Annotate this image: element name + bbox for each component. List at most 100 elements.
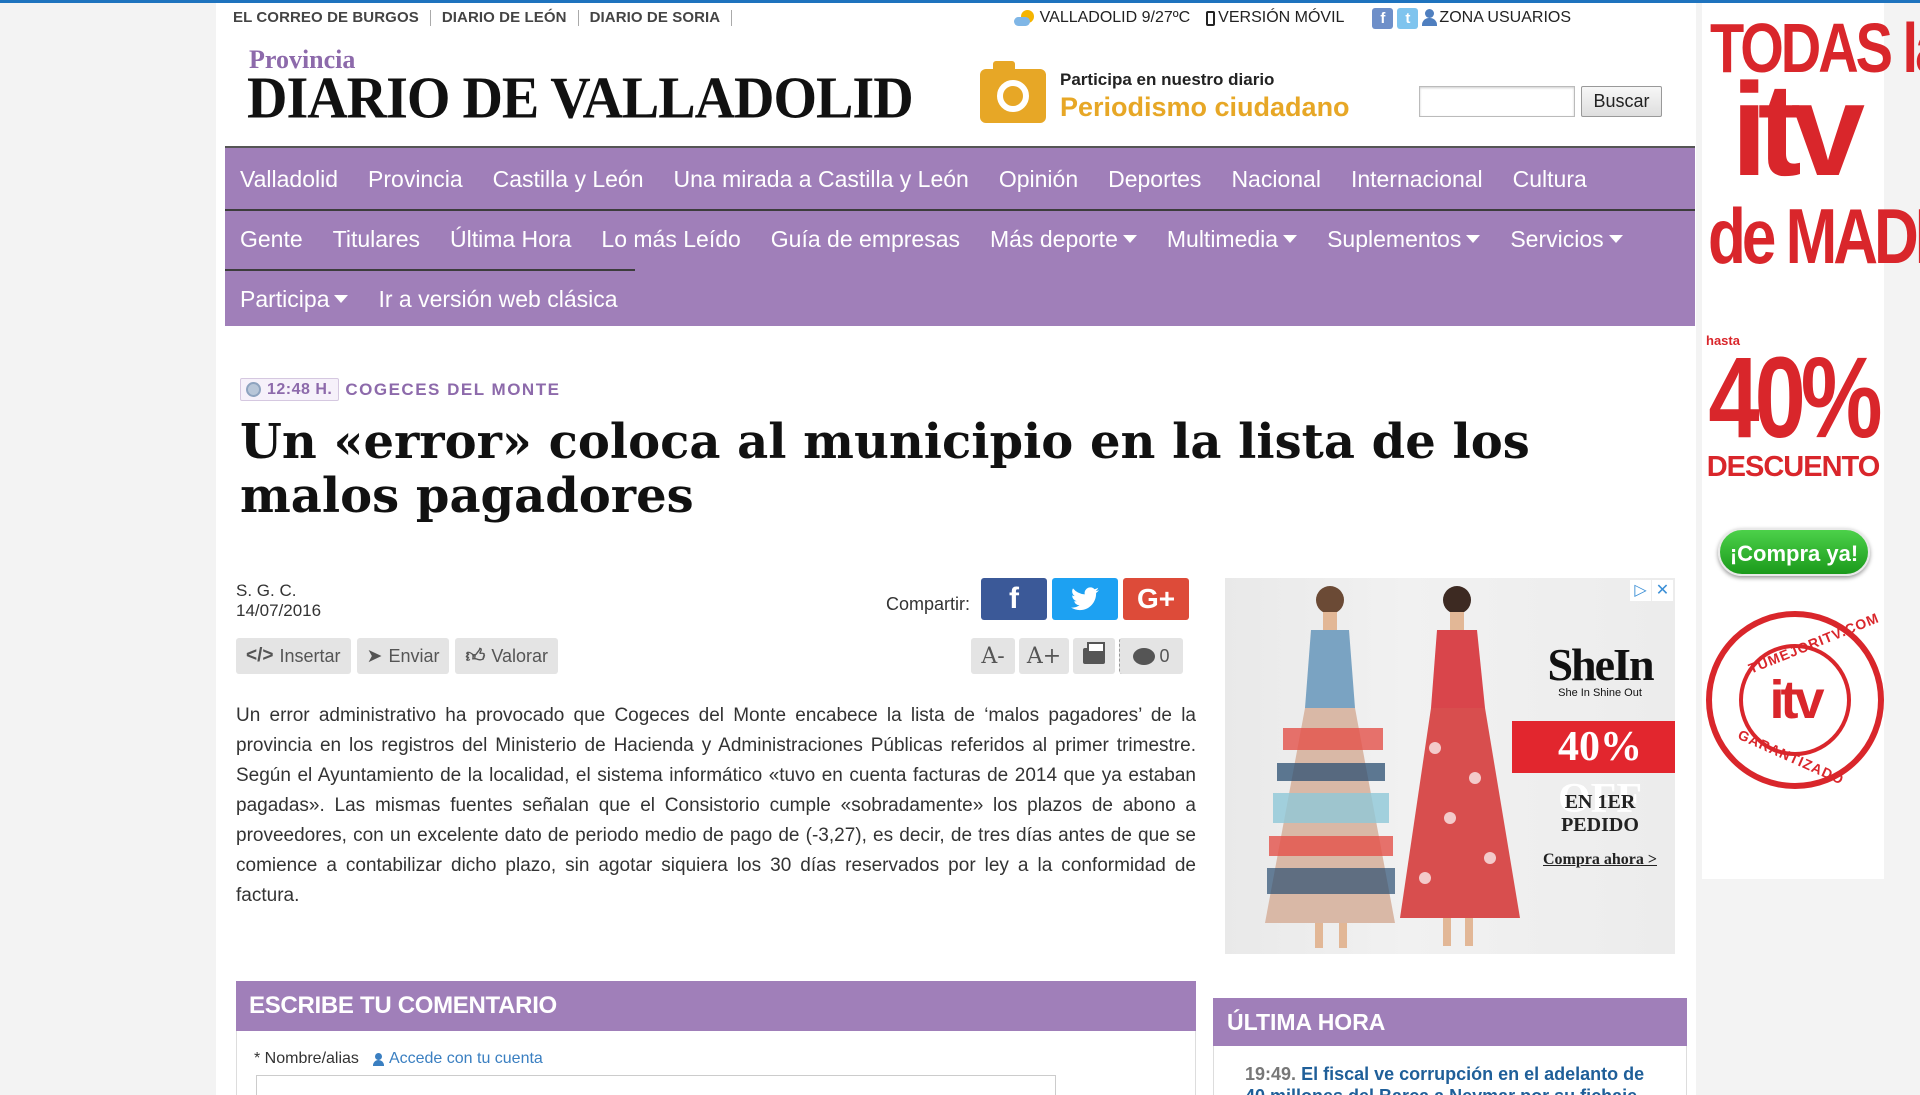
nav-dropdown[interactable]: Servicios [1510, 226, 1623, 253]
itv-ad-seal: itv TUMEJORITV.COM GARANTIZADO [1706, 609, 1884, 789]
itv-ad-city: de MADRID [1708, 194, 1920, 281]
article-date: 14/07/2016 [236, 601, 322, 620]
nav-item[interactable]: Nacional [1231, 166, 1321, 193]
nav-item[interactable]: Provincia [368, 166, 463, 193]
twitter-icon[interactable]: t [1397, 7, 1419, 29]
nav-item[interactable]: Castilla y León [493, 166, 644, 193]
itv-ad-buy-button[interactable]: ¡Compra ya! [1718, 528, 1870, 576]
search-input[interactable] [1419, 86, 1575, 117]
print-icon [1083, 642, 1105, 664]
nav-item[interactable]: Cultura [1513, 166, 1587, 193]
share-twitter-button[interactable] [1052, 578, 1119, 620]
sister-site-link[interactable]: DIARIO DE SORIA [590, 10, 733, 26]
nav-item[interactable]: Valladolid [240, 166, 338, 193]
nav-item[interactable]: Guía de empresas [771, 226, 960, 253]
weather-icon [1013, 9, 1036, 27]
article-headline: Un «error» coloca al municipio en la lis… [240, 414, 1530, 524]
send-button[interactable]: ➤ Enviar [356, 638, 450, 674]
article-meta: 12:48 H. COGECES DEL MONTE [240, 378, 560, 401]
weather-text: VALLADOLID 9/27ºC [1039, 9, 1191, 26]
article-time: 12:48 H. [267, 380, 333, 398]
nav-item[interactable]: Lo más Leído [601, 226, 740, 253]
nav-item[interactable]: Internacional [1351, 166, 1483, 193]
sister-sites: EL CORREO DE BURGOS DIARIO DE LEÓN DIARI… [233, 3, 743, 33]
close-icon[interactable]: ✕ [1652, 580, 1673, 601]
latest-news-link[interactable]: El fiscal ve corrupción en el adelanto d… [1245, 1064, 1644, 1095]
user-icon [372, 1052, 384, 1066]
caret-down-icon [1608, 235, 1623, 243]
nav-item[interactable]: Una mirada a Castilla y León [674, 166, 969, 193]
nav-item[interactable]: Titulares [333, 226, 420, 253]
site-logo[interactable]: DIARIO DE VALLADOLID [247, 65, 914, 132]
caret-down-icon [1283, 235, 1298, 243]
caret-down-icon [1122, 235, 1137, 243]
nav-dropdown[interactable]: Más deporte [990, 226, 1137, 253]
article-body: Un error administrativo ha provocado que… [236, 705, 1196, 906]
shein-offer-line: EN 1ER PEDIDO [1561, 791, 1639, 836]
shein-logo: SheIn [1547, 639, 1654, 690]
shein-copy: SheIn She In Shine Out 40% OFF EN 1ER PE… [1512, 638, 1675, 869]
share-googleplus-button[interactable]: G+ [1123, 578, 1190, 620]
nav-item[interactable]: Opinión [999, 166, 1078, 193]
itv-ad-percent: 40% [1708, 334, 1882, 462]
nav-dropdown[interactable]: Participa [240, 285, 349, 313]
nav-item[interactable]: Ir a versión web clásica [378, 286, 617, 313]
twitter-bird-icon [1071, 587, 1100, 611]
sister-site-link[interactable]: EL CORREO DE BURGOS [233, 10, 431, 26]
nav-item[interactable]: Última Hora [450, 226, 571, 253]
latest-news-item[interactable]: 19:49. El fiscal ve corrupción en el ade… [1245, 1063, 1665, 1095]
nav-divider [225, 146, 1695, 148]
nav-item[interactable]: Deportes [1108, 166, 1201, 193]
paper-plane-icon: ➤ [366, 645, 383, 667]
user-icon [1422, 9, 1438, 27]
ad-controls: ▷ ✕ [1629, 580, 1673, 601]
itv-ad-discount: DESCUENTO [1706, 451, 1881, 483]
facebook-icon[interactable]: f [1372, 7, 1394, 29]
citizen-journalism-banner[interactable]: Participa en nuestro diario Periodismo c… [980, 61, 1350, 123]
search-button[interactable]: Buscar [1581, 86, 1662, 117]
nav-row: Valladolid Provincia Castilla y León Una… [225, 149, 1617, 209]
comment-bubble-icon [1133, 647, 1156, 665]
article-tools: </> Insertar ➤ Enviar 👍︎ Valorar [236, 638, 564, 674]
adchoices-icon[interactable]: ▷ [1630, 580, 1651, 601]
shein-cta[interactable]: Compra ahora > [1525, 851, 1675, 869]
clock-icon [246, 382, 261, 397]
nav-dropdown-label: Multimedia [1166, 225, 1279, 252]
share-facebook-button[interactable]: f [981, 578, 1048, 620]
print-button[interactable] [1073, 638, 1115, 674]
social-links: f t [1372, 7, 1422, 29]
caret-down-icon [334, 295, 349, 303]
facebook-icon: f [1009, 582, 1020, 615]
login-link[interactable]: Accede con tu cuenta [372, 1050, 543, 1068]
comment-form-labels: * Nombre/alias Accede con tu cuenta [254, 1050, 543, 1068]
sister-site-link[interactable]: DIARIO DE LEÓN [442, 10, 579, 26]
comment-section-title: ESCRIBE TU COMENTARIO [236, 981, 1196, 1031]
weather-link[interactable]: VALLADOLID 9/27ºC [1013, 9, 1191, 27]
user-zone-link[interactable]: ZONA USUARIOS [1422, 9, 1571, 27]
nav-dropdown[interactable]: Multimedia [1166, 225, 1298, 253]
embed-label: Insertar [279, 645, 341, 666]
caret-down-icon [1466, 235, 1481, 243]
page-container: EL CORREO DE BURGOS DIARIO DE LEÓN DIARI… [216, 3, 1696, 1095]
thumbs-up-icon: 👍︎ [465, 645, 486, 667]
shein-ad[interactable]: ▷ ✕ SheIn She In Shine Out 40% OFF EN 1E… [1225, 578, 1675, 954]
nav-dropdown-label: Participa [240, 285, 330, 312]
font-smaller-button[interactable]: A- [971, 638, 1015, 674]
rate-button[interactable]: 👍︎ Valorar [455, 638, 559, 674]
comments-count-button[interactable]: 0 [1119, 638, 1183, 674]
camera-icon [980, 61, 1046, 123]
nav-dropdown[interactable]: Suplementos [1327, 226, 1481, 253]
code-icon: </> [246, 645, 274, 666]
mobile-version-link[interactable]: VERSIÓN MÓVIL [1206, 9, 1344, 27]
name-label: * Nombre/alias [254, 1050, 359, 1067]
nav-row: Participa Ir a versión web clásica [225, 269, 648, 329]
font-larger-button[interactable]: A+ [1019, 638, 1069, 674]
nav-item[interactable]: Gente [240, 226, 303, 253]
name-input[interactable] [256, 1075, 1056, 1095]
itv-skyscraper-ad[interactable]: TODAS las itv de MADRID hasta 40% DESCUE… [1702, 3, 1920, 879]
time-badge: 12:48 H. [240, 378, 340, 401]
embed-button[interactable]: </> Insertar [236, 638, 351, 674]
rate-label: Valorar [491, 645, 549, 666]
article-category[interactable]: COGECES DEL MONTE [345, 380, 560, 400]
main-navigation: Valladolid Provincia Castilla y León Una… [225, 146, 1695, 326]
